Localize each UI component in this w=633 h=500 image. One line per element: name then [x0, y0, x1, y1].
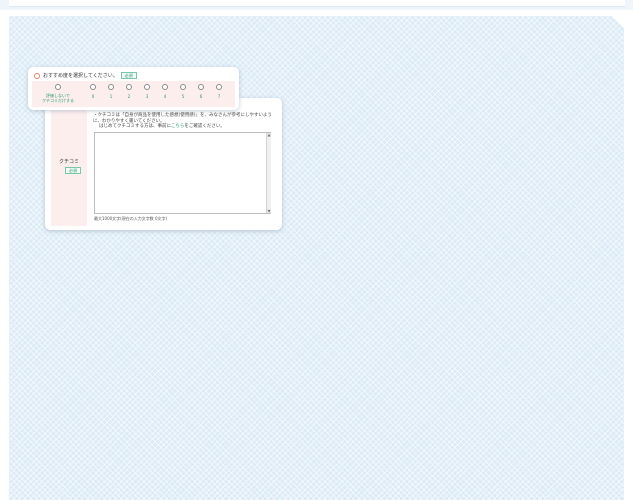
review-label-cell: クチコミ 必須	[51, 98, 87, 226]
radio-button[interactable]	[108, 84, 114, 90]
rating-option-7[interactable]: 7	[216, 84, 222, 99]
radio-button[interactable]	[90, 84, 96, 90]
radio-button[interactable]	[162, 84, 168, 90]
circle-bullet-icon	[34, 72, 40, 79]
review-form-card: クチコミ 必須 ・クチコミは「自身が商品を使用した感想(使用感)」を、みなさんが…	[45, 98, 282, 230]
textarea-scrollbar[interactable]: ▲ ▼	[266, 133, 271, 213]
rating-option-5[interactable]: 5	[180, 84, 186, 99]
radio-button[interactable]	[55, 84, 61, 90]
radio-button[interactable]	[126, 84, 132, 90]
note-line-1: ・クチコミは「自身が商品を使用した感想(使用感)」を、みなさんが参考にしやすいよ…	[93, 113, 272, 124]
rating-option-none[interactable]: 評価しないで クチコミだけする	[42, 84, 74, 103]
rating-options-row: 評価しないで クチコミだけする 0 1 2 3 4 5 6 7	[32, 81, 235, 107]
review-textarea[interactable]	[94, 132, 271, 214]
radio-button[interactable]	[216, 84, 222, 90]
rating-popup: おすすめ度を選択してください。 必須 評価しないで クチコミだけする 0 1 2…	[28, 67, 239, 110]
rating-required-badge: 必須	[120, 72, 137, 79]
top-bar-inner	[9, 0, 625, 7]
top-bar	[0, 0, 633, 10]
scroll-up-icon[interactable]: ▲	[267, 133, 271, 137]
review-guideline-note: ・クチコミは「自身が商品を使用した感想(使用感)」を、みなさんが参考にしやすいよ…	[93, 113, 279, 130]
radio-button[interactable]	[180, 84, 186, 90]
corner-fold	[612, 16, 624, 28]
rating-option-3[interactable]: 3	[144, 84, 150, 99]
radio-button[interactable]	[198, 84, 204, 90]
rating-option-6[interactable]: 6	[198, 84, 204, 99]
rating-option-0[interactable]: 0	[90, 84, 96, 99]
rating-option-1[interactable]: 1	[108, 84, 114, 99]
note-line-2: はじめてクチコミする方は、事前にこちらをご確認ください。	[99, 124, 225, 129]
rating-title: おすすめ度を選択してください。	[43, 73, 118, 79]
rating-option-2[interactable]: 2	[126, 84, 132, 99]
character-counter: 最大1000文字(現在の入力文字数 0文字)	[94, 216, 168, 221]
rating-title-row: おすすめ度を選択してください。 必須	[34, 72, 137, 79]
scroll-down-icon[interactable]: ▼	[267, 209, 271, 213]
guideline-link[interactable]: こちら	[171, 124, 185, 129]
radio-button[interactable]	[144, 84, 150, 90]
review-required-badge: 必須	[65, 167, 81, 174]
review-label: クチコミ	[58, 159, 79, 165]
rating-option-4[interactable]: 4	[162, 84, 168, 99]
